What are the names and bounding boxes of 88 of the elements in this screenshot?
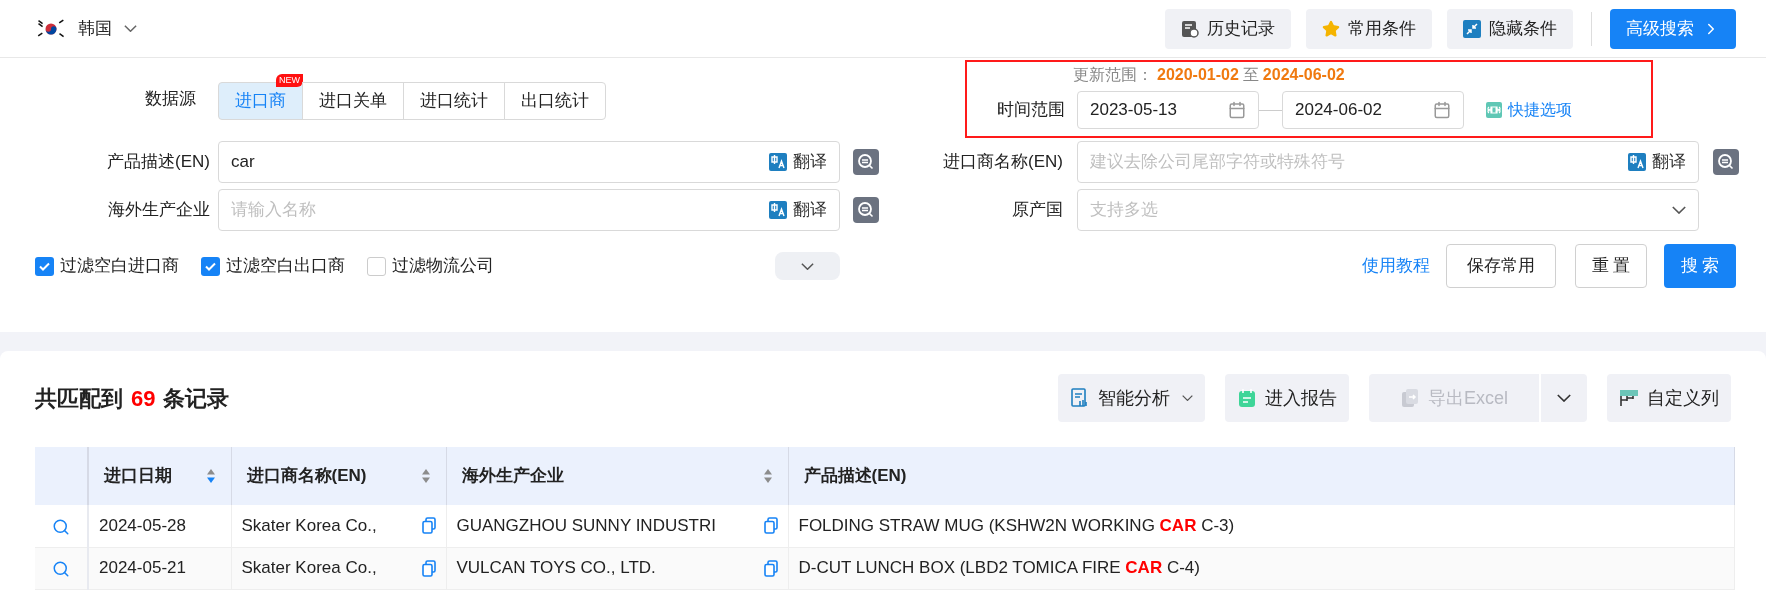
calendar-icon	[1433, 101, 1451, 119]
checkbox-label: 过滤物流公司	[392, 255, 494, 278]
translate-icon	[1628, 153, 1646, 171]
field-label: 海外生产企业	[107, 199, 210, 222]
table-cell-text: D-CUT LUNCH BOX (LBD2 TOMICA FIRE CAR C-4)	[798, 557, 1200, 580]
advanced-match-button[interactable]	[1713, 149, 1739, 175]
chevron-down-icon	[1672, 206, 1686, 214]
country-dropdown[interactable]: 韩国	[36, 15, 137, 42]
field-label: 产品描述(EN)	[106, 151, 210, 174]
range-separator: 至	[1242, 65, 1259, 85]
copy-icon[interactable]	[763, 559, 778, 577]
source-tab[interactable]: 进口统计	[403, 82, 505, 120]
advanced-search-button[interactable]: 高级搜索	[1610, 8, 1736, 49]
translate-icon	[769, 153, 787, 171]
results-label: 共匹配到	[35, 384, 123, 413]
input-field[interactable]: 请输入名称	[231, 197, 769, 223]
checkbox[interactable]	[201, 256, 220, 276]
text-field[interactable]: 建议去除公司尾部字符或特殊符号 翻译	[1077, 141, 1699, 183]
table-cell-text: 2024-05-21	[99, 557, 186, 580]
copy-icon[interactable]	[421, 517, 436, 535]
table-cell-text: VULCAN TOYS CO., LTD.	[456, 557, 656, 580]
reset-button[interactable]: 重 置	[1575, 244, 1647, 288]
table-cell-text: Skater Korea Co.,	[241, 557, 377, 580]
table-cell-text: Skater Korea Co.,	[241, 515, 377, 537]
update-range-label: 更新范围：	[1073, 65, 1153, 85]
toolbar-button[interactable]: 隐藏条件	[1447, 8, 1573, 49]
input-field[interactable]: car	[231, 149, 769, 175]
table-cell-text: 2024-05-28	[99, 515, 186, 537]
report-chart-icon	[1070, 388, 1090, 408]
checkbox[interactable]	[35, 256, 54, 276]
star-icon	[1322, 19, 1340, 38]
range-end-date: 2024-06-02	[1262, 65, 1345, 85]
search-list-icon	[1716, 152, 1736, 172]
advanced-match-button[interactable]	[853, 197, 879, 223]
save-preset-button[interactable]: 保存常用	[1446, 244, 1556, 288]
field-label: 进口商名称(EN)	[942, 151, 1063, 174]
tutorial-link[interactable]: 使用教程	[1362, 253, 1430, 279]
tool-button[interactable]: 自定义列	[1607, 374, 1731, 422]
checkbox[interactable]	[367, 256, 386, 276]
date-field[interactable]: 2024-06-02	[1282, 91, 1464, 129]
tool-button[interactable]: 智能分析	[1058, 374, 1205, 422]
calendar-icon	[1228, 101, 1246, 119]
results-label: 条记录	[163, 384, 230, 413]
translate-icon	[769, 201, 787, 219]
text-field[interactable]: 请输入名称 翻译	[218, 189, 840, 231]
table-cell-text: GUANGZHOU SUNNY INDUSTRI	[456, 515, 716, 537]
sort-icon[interactable]	[762, 468, 773, 484]
chevron-down-icon	[1182, 395, 1193, 401]
shortcut-options-link[interactable]: 快捷选项	[1486, 98, 1572, 122]
toolbar-button[interactable]: 历史记录	[1165, 8, 1291, 49]
range-start-date: 2020-01-02	[1157, 65, 1239, 85]
document-clock-icon	[1181, 19, 1199, 38]
results-count: 69	[131, 384, 156, 413]
search-button[interactable]: 搜 索	[1664, 244, 1736, 288]
flag-icon	[36, 17, 66, 40]
notepad-icon	[1237, 388, 1257, 408]
field-label: 原产国	[1011, 199, 1063, 222]
field-label: 时间范围	[996, 99, 1065, 122]
table-cell-text: FOLDING STRAW MUG (KSHW2N WORKING CAR C-3)	[798, 515, 1235, 537]
copy-icon[interactable]	[763, 517, 778, 535]
search-icon[interactable]	[52, 517, 70, 536]
date-field[interactable]: 2023-05-13	[1077, 91, 1259, 129]
translate-button[interactable]: 翻译	[769, 197, 827, 223]
copy-icon[interactable]	[421, 559, 436, 577]
checkbox-label: 过滤空白出口商	[226, 255, 345, 278]
search-list-icon	[856, 200, 876, 220]
shrink-icon	[1463, 19, 1481, 38]
search-list-icon	[856, 152, 876, 172]
tool-button[interactable]: 进入报告	[1225, 374, 1349, 422]
search-icon[interactable]	[52, 559, 70, 578]
chevron-down-icon	[1557, 394, 1571, 402]
file-export-icon	[1400, 388, 1420, 408]
checkbox-label: 过滤空白进口商	[60, 255, 179, 278]
sort-icon[interactable]	[420, 468, 431, 484]
chevron-down-icon	[124, 25, 137, 32]
translate-button[interactable]: 翻译	[769, 149, 827, 175]
toolbar-button[interactable]: 常用条件	[1306, 8, 1432, 49]
new-badge: NEW	[276, 74, 303, 87]
text-field[interactable]: car 翻译	[218, 141, 840, 183]
chevron-down-icon	[801, 262, 814, 270]
advanced-match-button[interactable]	[853, 149, 879, 175]
field-label: 数据源	[144, 88, 197, 111]
input-field[interactable]: 建议去除公司尾部字符或特殊符号	[1090, 149, 1628, 175]
source-tab[interactable]: 出口统计	[504, 82, 606, 120]
source-tab[interactable]: 进口关单	[302, 82, 404, 120]
translate-button[interactable]: 翻译	[1628, 149, 1686, 175]
sort-icon[interactable]	[205, 468, 216, 484]
columns-icon	[1619, 388, 1639, 408]
